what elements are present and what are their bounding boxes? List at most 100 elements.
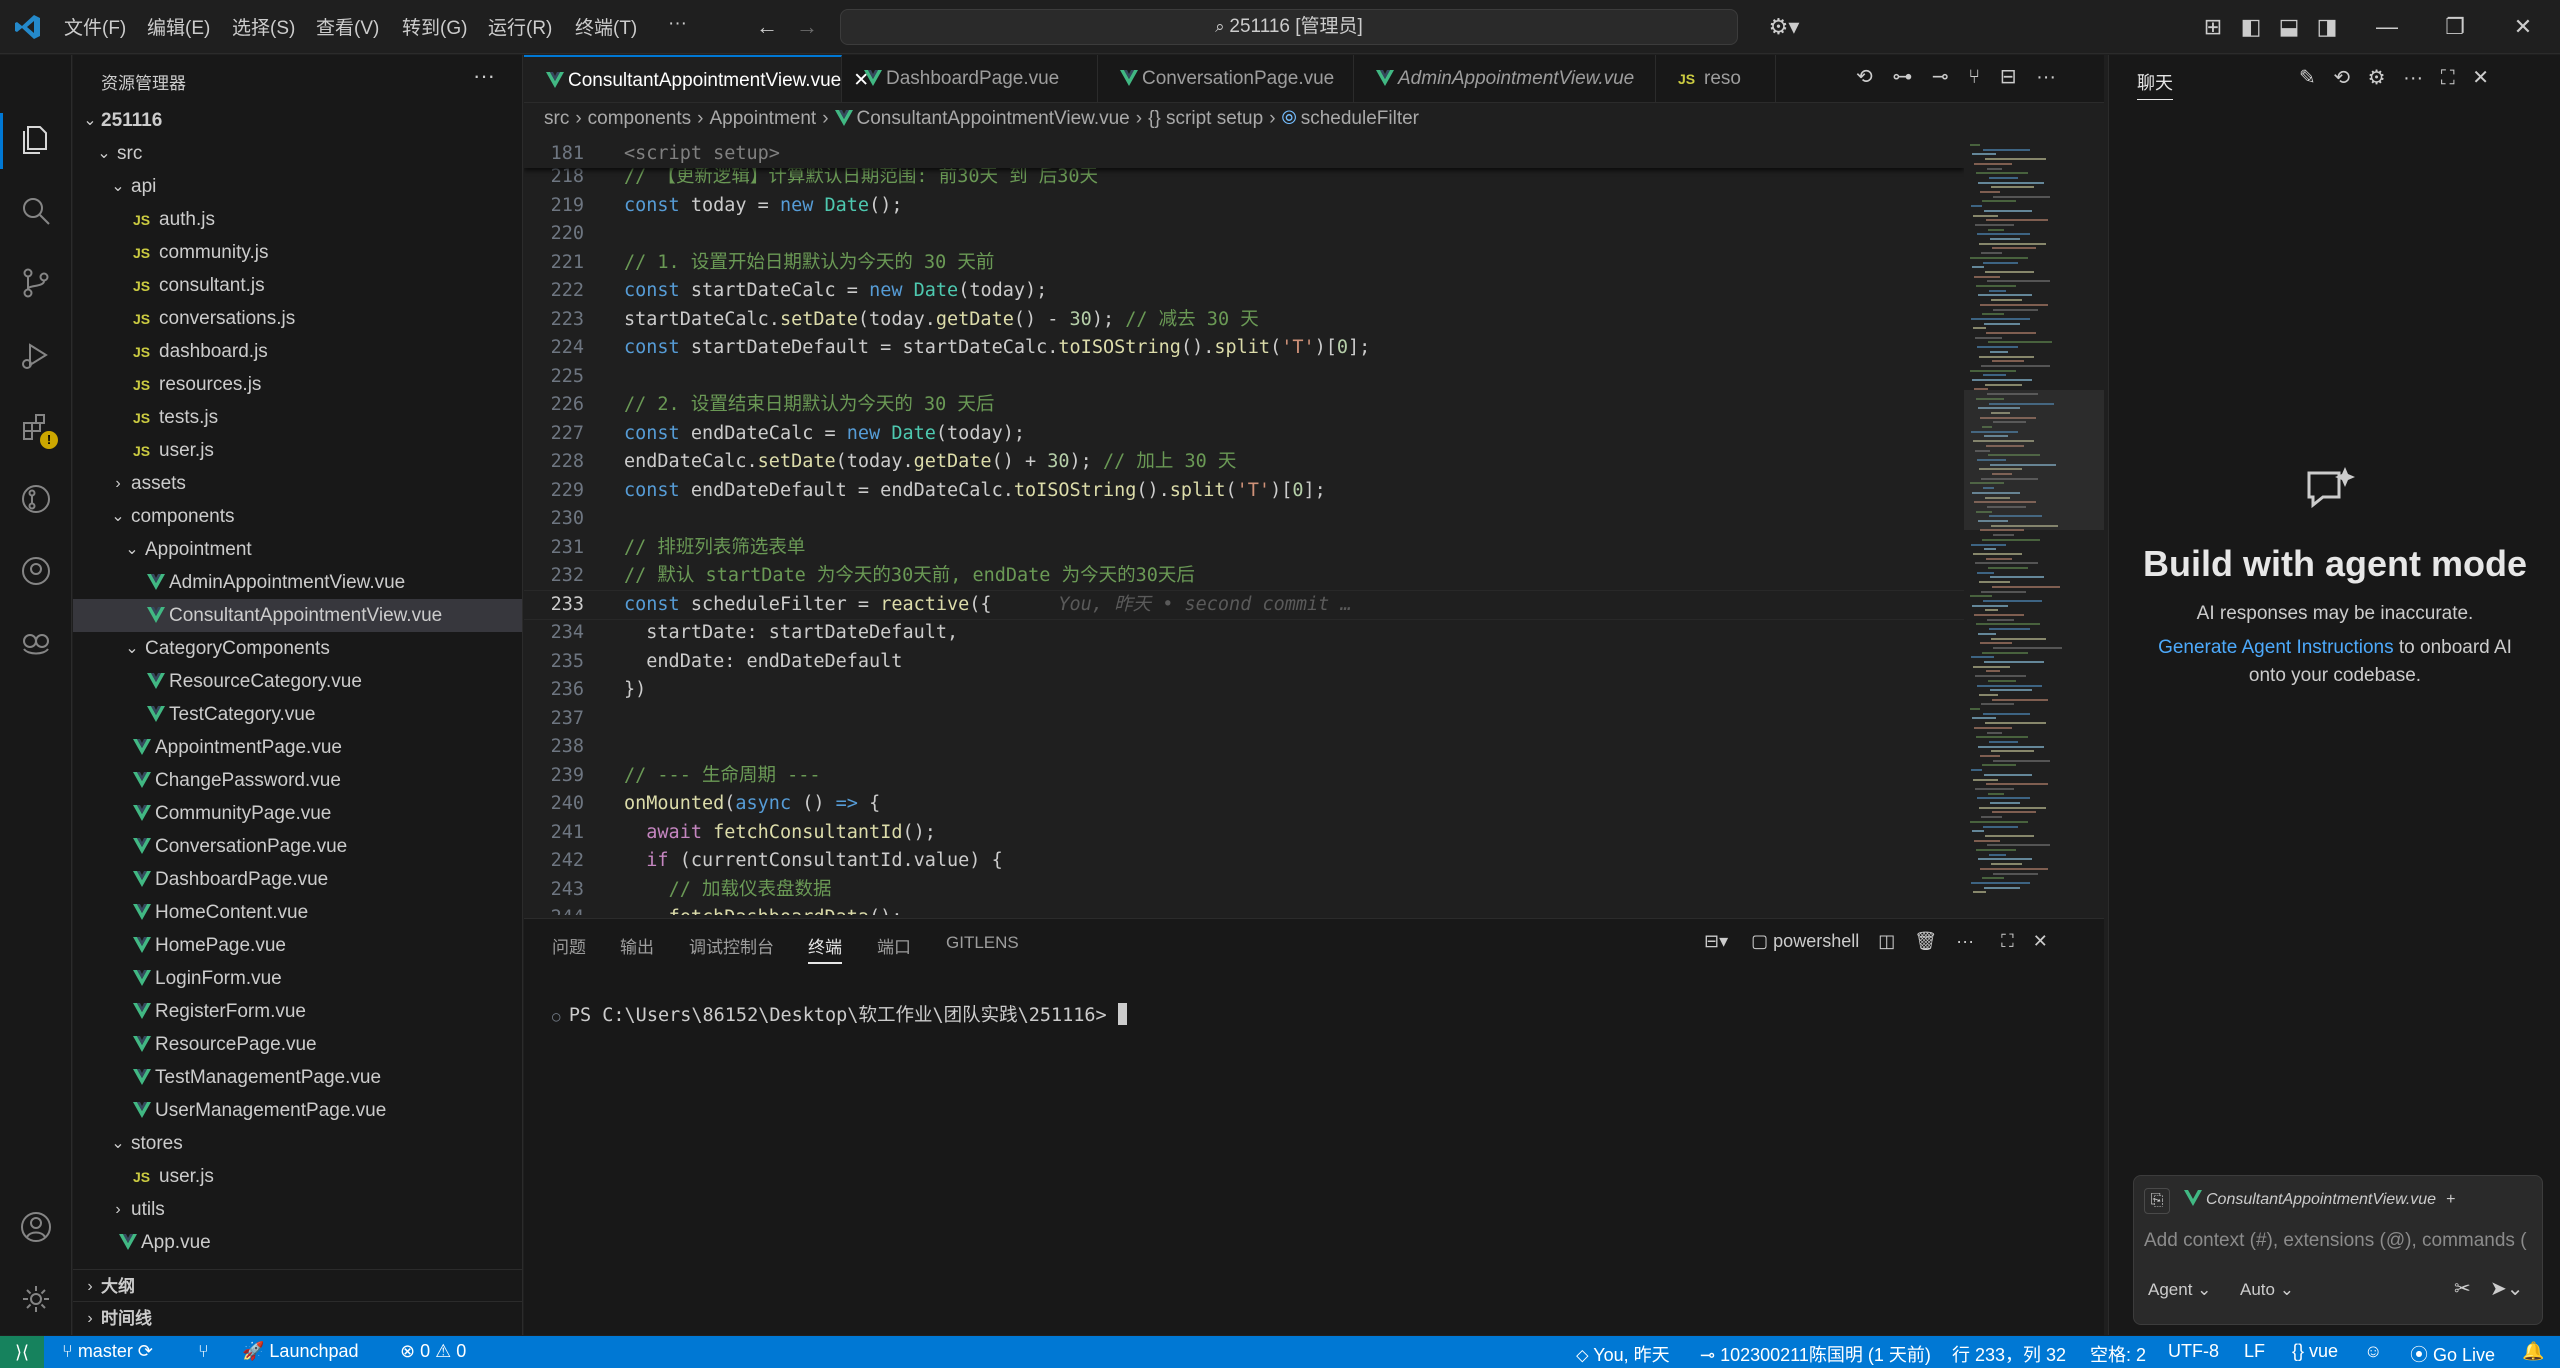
settings-icon[interactable]: ⚙ xyxy=(2368,67,2386,89)
tree-file[interactable]: JS tests.js xyxy=(73,401,522,434)
code-line[interactable]: 241 await fetchConsultantId(); xyxy=(524,819,1964,848)
tree-file[interactable]: UserManagementPage.vue xyxy=(73,1094,522,1127)
minimap[interactable] xyxy=(1964,140,2104,915)
split-terminal-icon[interactable]: ◫ xyxy=(1878,931,1895,951)
code-editor[interactable]: 181 <script setup> 218// 【更新逻辑】计算默认日期范围:… xyxy=(524,140,1964,915)
manage-gear-icon[interactable] xyxy=(10,1273,62,1325)
code-line[interactable]: 232 // 默认 startDate 为今天的30天前, endDate 为今天… xyxy=(524,562,1964,591)
tree-file[interactable]: App.vue xyxy=(73,1226,522,1259)
tree-file[interactable]: JS dashboard.js xyxy=(73,335,522,368)
more-actions-icon[interactable]: ··· xyxy=(1956,931,1974,951)
model-picker[interactable]: Auto ⌄ xyxy=(2240,1280,2294,1300)
code-line[interactable]: 239 // --- 生命周期 --- xyxy=(524,762,1964,791)
tree-folder[interactable]: › assets xyxy=(73,467,522,500)
remote-explorer-icon[interactable] xyxy=(10,545,62,597)
encoding[interactable]: UTF-8 xyxy=(2168,1341,2219,1362)
terminal-shell-label[interactable]: powershell xyxy=(1773,931,1859,951)
tree-folder[interactable]: ⌄ Appointment xyxy=(73,533,522,566)
tree-file[interactable]: LoginForm.vue xyxy=(73,962,522,995)
minimize-icon[interactable]: — xyxy=(2372,12,2402,42)
copilot-chat-icon[interactable] xyxy=(10,617,62,669)
timeline-compare-icon[interactable]: ⟲ xyxy=(1856,66,1873,88)
menu-item[interactable]: ··· xyxy=(668,13,687,35)
more-actions-icon[interactable]: ··· xyxy=(2403,67,2423,89)
tree-folder[interactable]: ⌄ src xyxy=(73,137,522,170)
history-icon[interactable]: ⟲ xyxy=(2333,67,2350,89)
attach-icon[interactable]: ⎘ xyxy=(2144,1188,2170,1214)
panel-tab[interactable]: GITLENS xyxy=(946,933,1019,953)
panel-tab[interactable]: 问题 xyxy=(552,933,586,958)
code-line[interactable]: 221 // 1. 设置开始日期默认为今天的 30 天前 xyxy=(524,249,1964,278)
code-line[interactable]: 224 const startDateDefault = startDateCal… xyxy=(524,334,1964,363)
more-actions-icon[interactable]: ··· xyxy=(473,63,495,89)
tree-file[interactable]: DashboardPage.vue xyxy=(73,863,522,896)
tree-folder[interactable]: ⌄ CategoryComponents xyxy=(73,632,522,665)
timeline-section-header[interactable]: › 时间线 xyxy=(73,1301,522,1334)
code-line[interactable]: 231 // 排班列表筛选表单 xyxy=(524,534,1964,563)
tree-file[interactable]: CommunityPage.vue xyxy=(73,797,522,830)
tree-file[interactable]: TestManagementPage.vue xyxy=(73,1061,522,1094)
line-blame[interactable]: ⬦ You, 昨天 xyxy=(1576,1341,1670,1367)
menu-item[interactable]: 转到(G) xyxy=(402,13,467,40)
tree-folder[interactable]: › utils xyxy=(73,1193,522,1226)
run-debug-icon[interactable] xyxy=(10,329,62,381)
panel-tab[interactable]: 终端 xyxy=(808,933,842,964)
commit-info[interactable]: ⊸ 102300211陈国明 (1 天前) xyxy=(1700,1341,1931,1367)
maximize-icon[interactable]: ⛶ xyxy=(2441,67,2455,89)
tree-folder[interactable]: ⌄ api xyxy=(73,170,522,203)
code-line[interactable]: 240 onMounted(async () => { xyxy=(524,790,1964,819)
source-control-icon[interactable] xyxy=(10,257,62,309)
explorer-icon[interactable] xyxy=(10,113,62,165)
commit-icon[interactable]: ⊶ xyxy=(1892,66,1912,88)
chat-input-box[interactable]: ⎘ ConsultantAppointmentView.vue + Add con… xyxy=(2133,1175,2543,1325)
breadcrumb-item[interactable]: components xyxy=(588,108,692,129)
terminal-prompt[interactable]: ○ PS C:\Users\86152\Desktop\软工作业\团队实践\25… xyxy=(552,1001,1127,1027)
close-icon[interactable]: ✕ xyxy=(2472,67,2489,89)
menu-item[interactable]: 选择(S) xyxy=(232,13,295,40)
tree-file[interactable]: JS consultant.js xyxy=(73,269,522,302)
menu-item[interactable]: 运行(R) xyxy=(488,13,552,40)
add-context-icon[interactable]: + xyxy=(2446,1191,2455,1208)
outline-section-header[interactable]: › 大纲 xyxy=(73,1269,522,1302)
menu-item[interactable]: 编辑(E) xyxy=(147,13,210,40)
toggle-sidebar-icon[interactable]: ◧ xyxy=(2236,12,2266,42)
breadcrumb-item[interactable]: Appointment xyxy=(710,108,817,129)
editor-tab[interactable]: ConversationPage.vue xyxy=(1098,55,1354,102)
branch-indicator[interactable]: ⑂ master ⟳ xyxy=(62,1341,153,1362)
code-line[interactable]: 219 const today = new Date(); xyxy=(524,192,1964,221)
editor-tab[interactable]: DashboardPage.vue xyxy=(842,55,1098,102)
indentation[interactable]: 空格: 2 xyxy=(2090,1341,2146,1367)
forward-arrow-icon[interactable]: → xyxy=(792,12,822,42)
close-panel-icon[interactable]: ✕ xyxy=(2033,931,2048,951)
breadcrumb-item[interactable]: ConsultantAppointmentView.vue xyxy=(857,108,1130,129)
tools-icon[interactable]: ✂ xyxy=(2454,1276,2471,1301)
minimap-slider[interactable] xyxy=(1964,390,2104,530)
panel-tab[interactable]: 端口 xyxy=(877,933,911,958)
launchpad-indicator[interactable]: 🚀 Launchpad xyxy=(242,1341,359,1362)
menu-item[interactable]: 终端(T) xyxy=(575,13,637,40)
more-actions-icon[interactable]: ··· xyxy=(2036,66,2056,88)
code-line[interactable]: 243 // 加载仪表盘数据 xyxy=(524,876,1964,905)
search-icon[interactable] xyxy=(10,185,62,237)
code-line[interactable]: 226 // 2. 设置结束日期默认为今天的 30 天后 xyxy=(524,391,1964,420)
eol[interactable]: LF xyxy=(2244,1341,2265,1362)
menu-item[interactable]: 查看(V) xyxy=(316,13,379,40)
code-line[interactable]: 234 startDate: startDateDefault, xyxy=(524,619,1964,648)
tree-folder[interactable]: ⌄ components xyxy=(73,500,522,533)
code-line[interactable]: 220 xyxy=(524,220,1964,249)
tree-file[interactable]: TestCategory.vue xyxy=(73,698,522,731)
tree-file[interactable]: JS resources.js xyxy=(73,368,522,401)
generate-instructions-link[interactable]: Generate Agent Instructions xyxy=(2158,637,2394,658)
layout-customize-icon[interactable]: ⊞ xyxy=(2198,12,2228,42)
tree-file[interactable]: ResourcePage.vue xyxy=(73,1028,522,1061)
toggle-secondary-sidebar-icon[interactable]: ◨ xyxy=(2312,12,2342,42)
kill-terminal-icon[interactable]: 🗑 xyxy=(1914,931,1937,951)
tree-file[interactable]: JS user.js xyxy=(73,434,522,467)
tree-file[interactable]: JS community.js xyxy=(73,236,522,269)
copilot-status-icon[interactable]: ☺ xyxy=(2364,1341,2382,1362)
code-line[interactable]: 242 if (currentConsultantId.value) { xyxy=(524,847,1964,876)
go-live[interactable]: ⦿ Go Live xyxy=(2410,1341,2495,1367)
gitlens-inspect-icon[interactable]: ⑂ xyxy=(1968,66,1980,88)
code-line[interactable]: 244 fetchDashboardData(); xyxy=(524,904,1964,915)
tree-file[interactable]: JS user.js xyxy=(73,1160,522,1193)
